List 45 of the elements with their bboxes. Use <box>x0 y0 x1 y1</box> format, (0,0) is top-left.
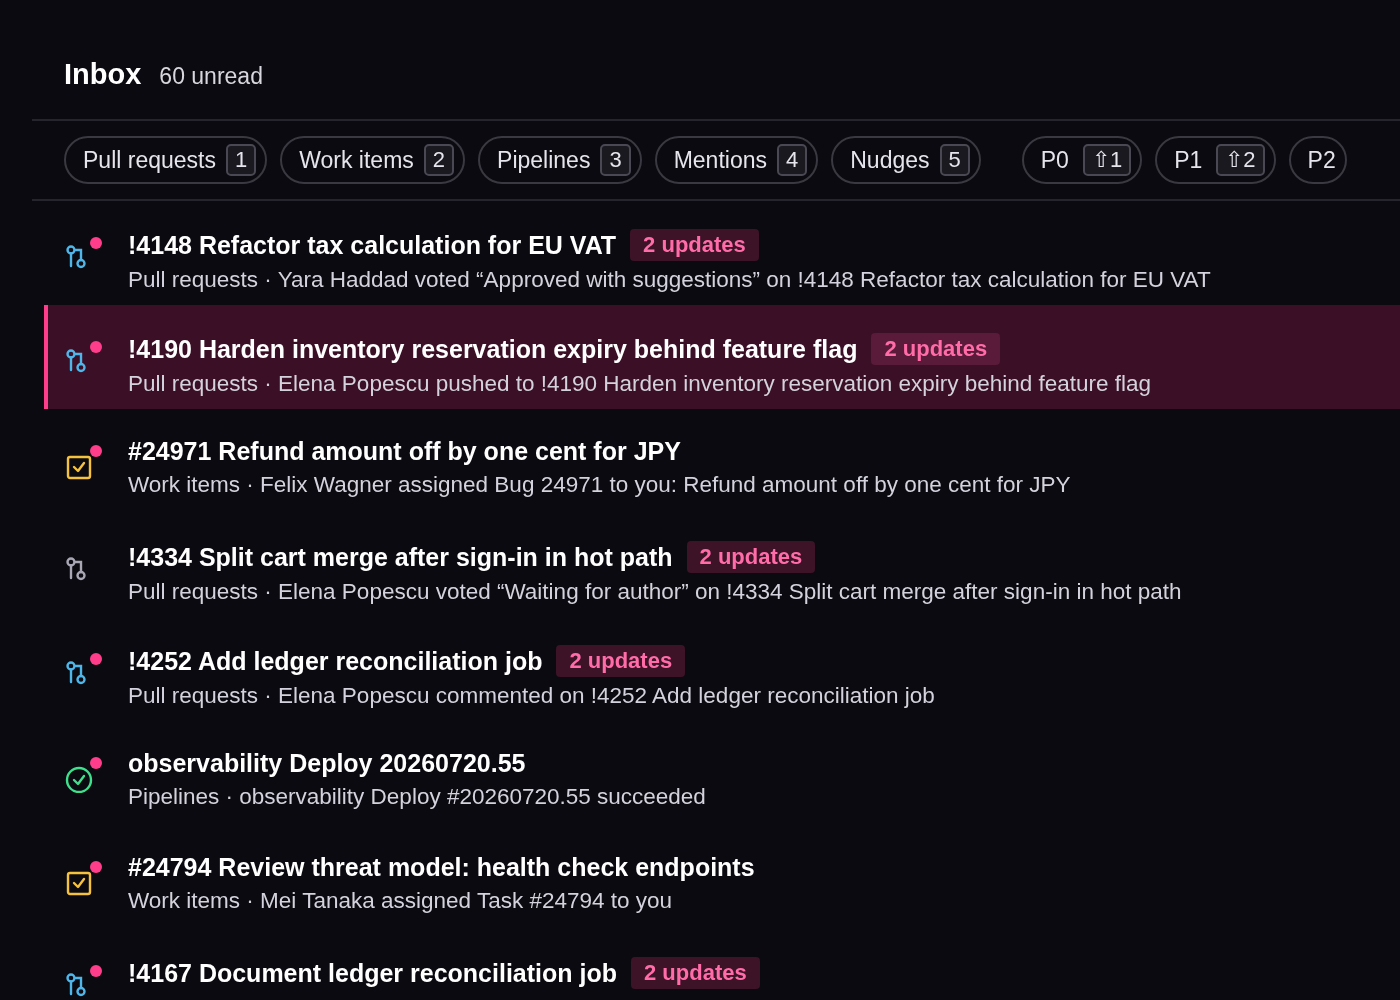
count-badge: 3 <box>600 144 631 176</box>
filter-chip[interactable]: Pull requests 1 <box>64 136 268 184</box>
notification-summary: Pull requests · Yara Haddad voted “Approved with suggestions” on !4148 Refactor tax calculation for EU VAT <box>128 267 1211 293</box>
notification-summary: Pipelines · observability Deploy #20260720.55 succeeded <box>128 784 706 810</box>
updates-tag: 2 updates <box>686 541 816 573</box>
notification-item[interactable]: observability Deploy 20260720.55 Pipelines · observability Deploy #20260720.55 succeeded <box>44 721 1400 825</box>
notification-summary: Work items · Mei Tanaka assigned Task #24794 to you <box>128 888 674 914</box>
notification-title: #24794 Review threat model: health check endpoints <box>128 853 755 882</box>
count-badge: ⇧2 <box>1216 144 1265 176</box>
notification-summary: Pull requests · Elena Popescu pushed to !4190 Harden inventory reservation expiry behind feature flag <box>128 371 1152 397</box>
notification-item[interactable]: !4148 Refactor tax calculation for EU VAT 2 updates Pull requests · Yara Haddad voted “Approved with suggestions” on !4148 Refactor tax calculation for EU VAT <box>44 201 1400 305</box>
notification-item[interactable]: #24971 Refund amount off by one cent for JPY Work items · Felix Wagner assigned Bug 24971 to you: Refund amount off by one cent for JPY <box>44 409 1400 513</box>
count-badge: 5 <box>939 144 970 176</box>
notification-title: observability Deploy 20260720.55 <box>128 749 526 778</box>
notification-item[interactable]: !4190 Harden inventory reservation expiry behind feature flag 2 updates Pull requests · Elena Popescu pushed to !4190 Harden inventory reservation expiry behind feature flag <box>44 305 1400 409</box>
filter-chip[interactable]: Nudges 5 <box>831 136 981 184</box>
notification-item[interactable]: !4167 Document ledger reconciliation job 2 updates <box>44 929 1400 1000</box>
updates-tag: 2 updates <box>556 645 686 677</box>
updates-tag: 2 updates <box>631 957 760 989</box>
count-badge: 1 <box>225 144 257 176</box>
count-badge: 4 <box>777 144 808 176</box>
notification-title: !4167 Document ledger reconciliation job <box>128 958 617 988</box>
notification-title: #24971 Refund amount off by one cent for JPY <box>128 437 681 466</box>
count-badge: ⇧1 <box>1082 144 1132 176</box>
notification-title: !4252 Add ledger reconciliation job <box>128 646 543 676</box>
updates-tag: 2 updates <box>630 229 759 261</box>
unread-count: 60 unread <box>159 63 263 90</box>
filter-chip[interactable]: P1 ⇧2 <box>1155 136 1276 184</box>
notification-item[interactable]: !4252 Add ledger reconciliation job 2 updates Pull requests · Elena Popescu commented on !4252 Add ledger reconciliation job <box>44 617 1400 721</box>
notification-summary: Pull requests · Elena Popescu commented on !4252 Add ledger reconciliation job <box>128 683 935 709</box>
notification-item[interactable]: !4334 Split cart merge after sign-in in hot path 2 updates Pull requests · Elena Popescu voted “Waiting for author” on !4334 Split cart merge after sign-in in hot path <box>44 513 1400 617</box>
notification-title: !4190 Harden inventory reservation expiry behind feature flag <box>128 334 858 364</box>
notification-summary: Pull requests · Elena Popescu voted “Waiting for author” on !4334 Split cart merge after sign-in in hot path <box>128 579 1182 605</box>
notification-item[interactable]: #24794 Review threat model: health check endpoints Work items · Mei Tanaka assigned Task #24794 to you <box>44 825 1400 929</box>
filter-chip[interactable]: Pipelines 3 <box>478 136 642 184</box>
inbox-title: Inbox <box>64 58 142 91</box>
filter-chip[interactable]: Work items 2 <box>280 136 466 184</box>
updates-tag: 2 updates <box>871 333 1001 365</box>
notification-title: !4148 Refactor tax calculation for EU VAT <box>128 230 617 260</box>
filter-chip[interactable]: Mentions 4 <box>654 136 819 184</box>
notification-title: !4334 Split cart merge after sign-in in hot path <box>128 542 673 572</box>
filter-chip[interactable]: P0 ⇧1 <box>1021 136 1143 184</box>
notification-summary: Work items · Felix Wagner assigned Bug 24971 to you: Refund amount off by one cent for JPY <box>128 472 1071 498</box>
count-badge: 2 <box>423 144 455 176</box>
filter-chip[interactable]: P2 <box>1288 136 1347 184</box>
